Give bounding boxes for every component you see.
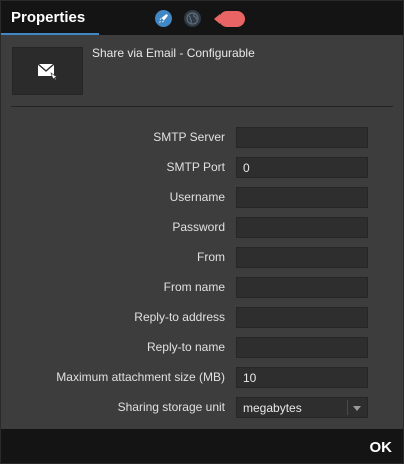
smtp-port-row: SMTP Port (1, 157, 403, 179)
from-name-label: From name (163, 280, 225, 294)
reply-to-address-label: Reply-to address (134, 310, 225, 324)
tab-properties[interactable]: Properties (1, 1, 99, 35)
smtp-server-input[interactable] (236, 127, 368, 148)
storage-unit-value: megabytes (243, 401, 302, 415)
select-divider (347, 400, 348, 415)
properties-form: SMTP Server SMTP Port Username Password … (1, 107, 403, 429)
reply-to-address-input[interactable] (236, 307, 368, 328)
from-name-row: From name (1, 277, 403, 299)
smtp-server-label: SMTP Server (153, 130, 225, 144)
tab-properties-label: Properties (11, 9, 86, 26)
username-row: Username (1, 187, 403, 209)
reply-to-address-row: Reply-to address (1, 307, 403, 329)
storage-unit-label: Sharing storage unit (117, 400, 225, 414)
reply-to-name-input[interactable] (236, 337, 368, 358)
max-attachment-label: Maximum attachment size (MB) (56, 370, 225, 384)
from-input[interactable] (236, 247, 368, 268)
reply-to-name-label: Reply-to name (146, 340, 225, 354)
component-thumbnail (12, 47, 83, 95)
storage-unit-row: Sharing storage unit megabytes (1, 397, 403, 419)
password-input[interactable] (236, 217, 368, 238)
from-label: From (197, 250, 225, 264)
smtp-port-input[interactable] (236, 157, 368, 178)
tag-icon[interactable] (214, 11, 245, 27)
globe-icon[interactable] (184, 10, 201, 27)
max-attachment-input[interactable] (236, 367, 368, 388)
properties-panel: Properties Share via Email - Configurabl… (0, 0, 404, 464)
max-attachment-row: Maximum attachment size (MB) (1, 367, 403, 389)
username-input[interactable] (236, 187, 368, 208)
component-title: Share via Email - Configurable (92, 46, 255, 60)
panel-footer: OK (1, 429, 403, 463)
smtp-port-label: SMTP Port (166, 160, 225, 174)
password-row: Password (1, 217, 403, 239)
reply-to-name-row: Reply-to name (1, 337, 403, 359)
rocket-icon[interactable] (155, 10, 172, 27)
username-label: Username (169, 190, 225, 204)
storage-unit-select[interactable]: megabytes (236, 397, 368, 418)
component-info: Share via Email - Configurable (1, 35, 403, 107)
password-label: Password (172, 220, 225, 234)
ok-button[interactable]: OK (370, 439, 393, 456)
from-name-input[interactable] (236, 277, 368, 298)
smtp-server-row: SMTP Server (1, 127, 403, 149)
panel-header: Properties (1, 1, 403, 35)
from-row: From (1, 247, 403, 269)
chevron-down-icon[interactable] (353, 406, 361, 411)
email-icon (37, 63, 58, 80)
